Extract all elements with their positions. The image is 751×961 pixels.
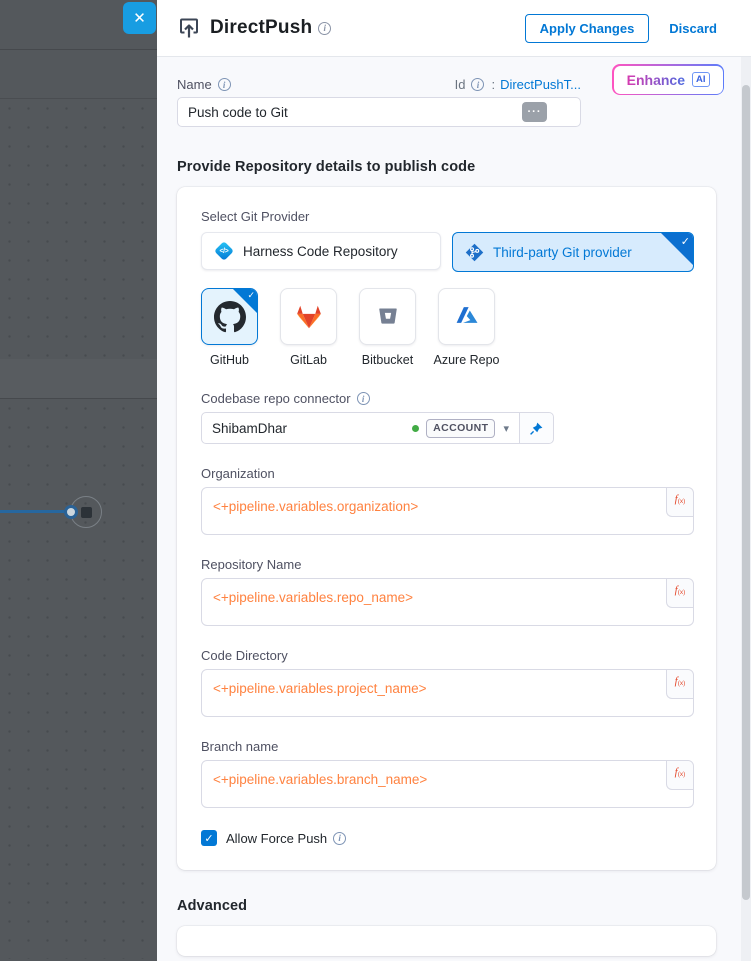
allow-force-push-row: ✓ Allow Force Push i bbox=[201, 830, 694, 846]
fx-expression-button[interactable]: f(x) bbox=[666, 488, 693, 517]
field-repository-name: Repository Name <+pipeline.variables.rep… bbox=[201, 557, 694, 626]
canvas-grid-lower bbox=[0, 399, 157, 959]
fx-expression-button[interactable]: f(x) bbox=[666, 670, 693, 699]
check-icon: ✓ bbox=[247, 290, 255, 301]
connector-status-dot bbox=[412, 425, 419, 432]
field-input[interactable]: <+pipeline.variables.project_name> f(x) bbox=[201, 669, 694, 717]
input-type-selector-button[interactable]: ··· bbox=[522, 102, 547, 122]
force-push-info-icon[interactable]: i bbox=[333, 832, 346, 845]
git-provider-tiles-row: ✓ GitHub bbox=[201, 288, 694, 367]
option-third-party-git-provider[interactable]: Third-party Git provider ✓ bbox=[452, 232, 694, 272]
step-config-panel: DirectPush i Apply Changes Discard Name … bbox=[157, 0, 751, 961]
enhance-label: Enhance bbox=[627, 72, 685, 88]
direct-push-step-icon bbox=[177, 16, 201, 40]
repo-section-heading: Provide Repository details to publish co… bbox=[177, 159, 716, 175]
field-input[interactable]: <+pipeline.variables.repo_name> f(x) bbox=[201, 578, 694, 626]
allow-force-push-checkbox[interactable]: ✓ bbox=[201, 830, 217, 846]
panel-header: DirectPush i Apply Changes Discard bbox=[157, 0, 751, 57]
id-separator: : bbox=[491, 77, 495, 92]
panel-content: Name i Id i : DirectPushT... ··· Enhance… bbox=[157, 57, 751, 961]
gitlab-tile[interactable] bbox=[280, 288, 337, 345]
name-info-icon[interactable]: i bbox=[218, 78, 231, 91]
name-input[interactable] bbox=[177, 97, 581, 127]
azure-repo-tile[interactable] bbox=[438, 288, 495, 345]
canvas-toolbar-band bbox=[0, 50, 157, 99]
pipeline-edge-line bbox=[0, 510, 67, 513]
canvas-divider-band bbox=[0, 359, 157, 399]
scrollbar-thumb[interactable] bbox=[742, 85, 750, 900]
azure-repo-icon bbox=[453, 303, 481, 331]
connector-label: Codebase repo connector i bbox=[201, 391, 694, 406]
close-icon: ✕ bbox=[133, 9, 146, 27]
allow-force-push-label: Allow Force Push i bbox=[226, 831, 346, 846]
pin-icon bbox=[529, 421, 544, 436]
repo-details-card: Select Git Provider </> Harness Code Rep… bbox=[177, 187, 716, 870]
check-icon: ✓ bbox=[681, 235, 690, 248]
connector-value: ShibamDhar bbox=[202, 421, 412, 436]
option-harness-code-repository[interactable]: </> Harness Code Repository bbox=[201, 232, 441, 270]
advanced-card[interactable] bbox=[177, 926, 716, 956]
panel-scrollbar bbox=[741, 57, 751, 961]
enhance-ai-button[interactable]: Enhance AI bbox=[612, 64, 724, 95]
azure-repo-label: Azure Repo bbox=[434, 353, 500, 367]
step-id: Id i : DirectPushT... bbox=[455, 77, 581, 92]
field-input[interactable]: <+pipeline.variables.organization> f(x) bbox=[201, 487, 694, 535]
pipeline-canvas: ✕ bbox=[0, 0, 157, 961]
title-info-icon[interactable]: i bbox=[318, 22, 331, 35]
field-code-directory: Code Directory <+pipeline.variables.proj… bbox=[201, 648, 694, 717]
field-label: Branch name bbox=[201, 739, 694, 754]
github-tile[interactable]: ✓ bbox=[201, 288, 258, 345]
connector-scope-badge: ACCOUNT bbox=[426, 419, 495, 438]
select-git-provider-label: Select Git Provider bbox=[201, 209, 694, 224]
gitlab-icon bbox=[294, 302, 324, 332]
git-provider-gitlab: GitLab bbox=[280, 288, 337, 367]
check-icon: ✓ bbox=[204, 832, 213, 845]
option-label: Third-party Git provider bbox=[493, 245, 632, 260]
option-label: Harness Code Repository bbox=[243, 244, 398, 259]
field-input[interactable]: <+pipeline.variables.branch_name> f(x) bbox=[201, 760, 694, 808]
name-label: Name i bbox=[177, 77, 231, 92]
id-value[interactable]: DirectPushT... bbox=[500, 77, 581, 92]
field-expression-value: <+pipeline.variables.repo_name> bbox=[202, 579, 693, 605]
git-provider-azure-repo: Azure Repo bbox=[438, 288, 495, 367]
field-expression-value: <+pipeline.variables.project_name> bbox=[202, 670, 693, 696]
pipeline-node-port bbox=[64, 505, 78, 519]
ai-badge: AI bbox=[692, 72, 710, 87]
name-id-row: Name i Id i : DirectPushT... bbox=[177, 77, 581, 92]
close-panel-button[interactable]: ✕ bbox=[123, 2, 156, 34]
git-provider-bitbucket: Bitbucket bbox=[359, 288, 416, 367]
canvas-grid-upper bbox=[0, 99, 157, 359]
advanced-heading: Advanced bbox=[177, 898, 716, 914]
git-provider-github: ✓ GitHub bbox=[201, 288, 258, 367]
page-title: DirectPush bbox=[210, 17, 312, 39]
pin-connector-button[interactable] bbox=[519, 413, 553, 443]
id-label: Id bbox=[455, 77, 466, 92]
field-label: Organization bbox=[201, 466, 694, 481]
field-organization: Organization <+pipeline.variables.organi… bbox=[201, 466, 694, 535]
connector-select[interactable]: ShibamDhar ACCOUNT ▾ bbox=[201, 412, 554, 444]
id-info-icon[interactable]: i bbox=[471, 78, 484, 91]
gitlab-label: GitLab bbox=[290, 353, 327, 367]
field-expression-value: <+pipeline.variables.branch_name> bbox=[202, 761, 693, 787]
apply-changes-button[interactable]: Apply Changes bbox=[525, 14, 650, 43]
stop-icon bbox=[81, 507, 92, 518]
harness-code-icon: </> bbox=[214, 241, 234, 261]
field-label: Code Directory bbox=[201, 648, 694, 663]
chevron-down-icon[interactable]: ▾ bbox=[495, 422, 519, 435]
field-expression-value: <+pipeline.variables.organization> bbox=[202, 488, 693, 514]
discard-link[interactable]: Discard bbox=[669, 21, 717, 36]
name-input-wrap: ··· bbox=[177, 97, 581, 127]
fx-expression-button[interactable]: f(x) bbox=[666, 761, 693, 790]
git-branch-icon bbox=[465, 243, 484, 262]
bitbucket-tile[interactable] bbox=[359, 288, 416, 345]
github-label: GitHub bbox=[210, 353, 249, 367]
bitbucket-label: Bitbucket bbox=[362, 353, 413, 367]
field-branch-name: Branch name <+pipeline.variables.branch_… bbox=[201, 739, 694, 808]
fx-expression-button[interactable]: f(x) bbox=[666, 579, 693, 608]
field-label: Repository Name bbox=[201, 557, 694, 572]
connector-info-icon[interactable]: i bbox=[357, 392, 370, 405]
git-provider-type-row: </> Harness Code Repository Third-party … bbox=[201, 232, 694, 272]
bitbucket-icon bbox=[375, 304, 401, 330]
